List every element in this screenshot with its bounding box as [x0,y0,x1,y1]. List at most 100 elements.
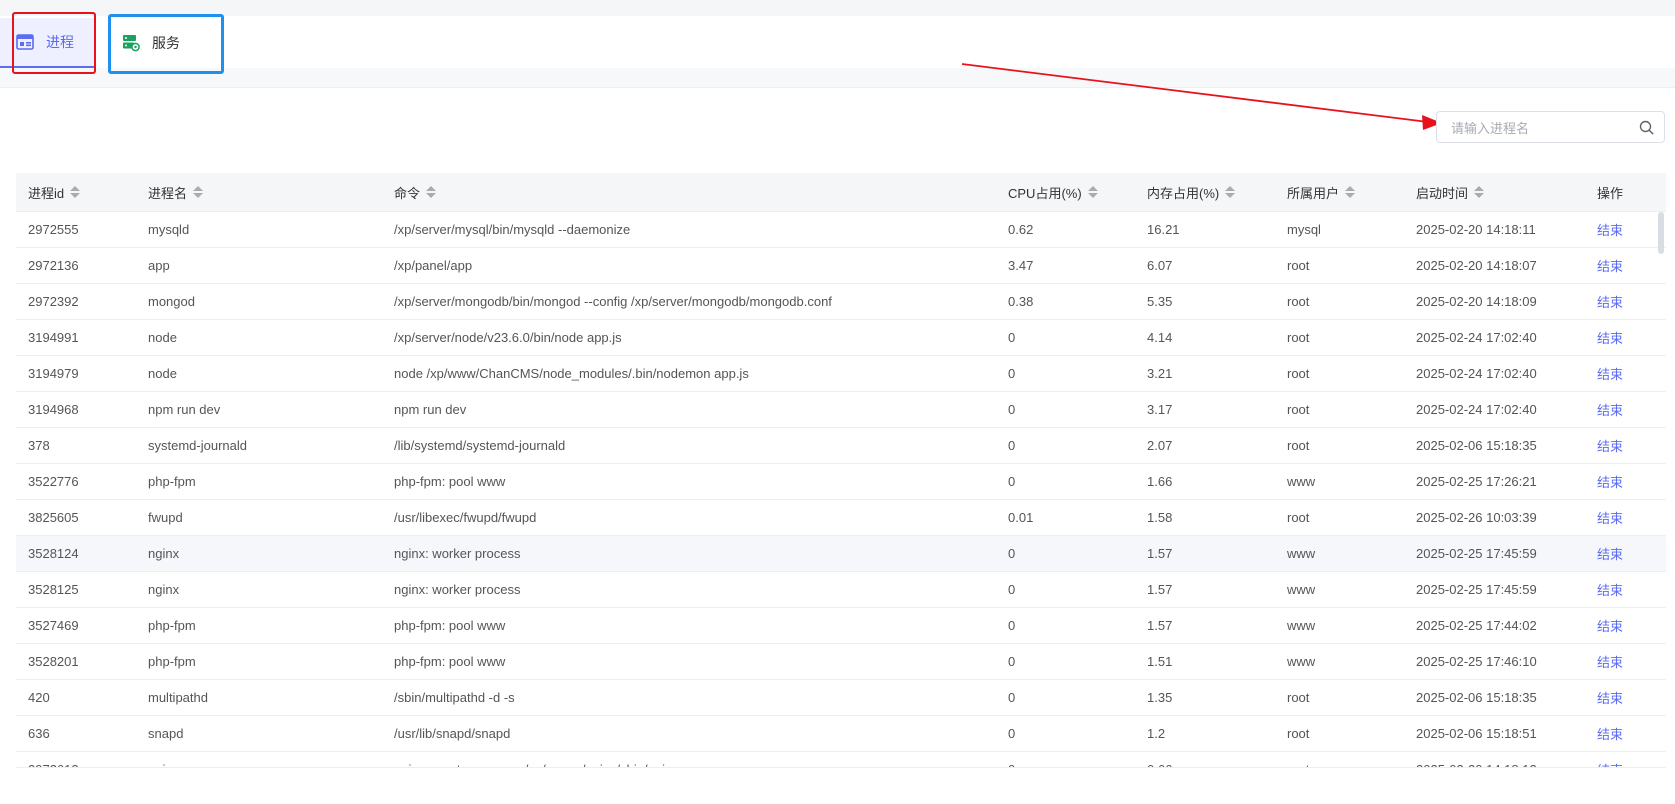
col-header-label: 内存占用(%) [1147,185,1220,201]
sort-icon[interactable] [1225,185,1236,199]
cell-pid: 2972612 [28,752,79,768]
col-header-pid[interactable]: 进程id [28,173,81,211]
cell-name: nginx [148,546,180,561]
cell-start-time: 2025-02-26 10:03:39 [1416,510,1537,525]
table-row[interactable]: 378 systemd-journald/lib/systemd/systemd-… [16,428,1666,464]
cell-start-time: 2025-02-06 15:18:35 [1416,438,1537,453]
cell-user: root [1287,510,1310,525]
cell-cpu: 0 [1008,752,1015,768]
table-scrollbar[interactable] [1658,212,1664,254]
cell-memory: 6.07 [1147,258,1173,273]
end-process-button[interactable]: 结束 [1597,716,1623,751]
cell-memory: 3.17 [1147,402,1173,417]
end-process-button[interactable]: 结束 [1597,536,1623,571]
cell-command: nginx: master process /xp/server/nginx/s… [394,752,679,768]
cell-name: multipathd [148,690,208,705]
end-process-button[interactable]: 结束 [1597,500,1623,535]
col-header-label: 所属用户 [1287,185,1340,201]
table-body: 2972555 mysqld/xp/server/mysql/bin/mysqld… [16,212,1666,768]
cell-start-time: 2025-02-06 15:18:35 [1416,690,1537,705]
cell-user: root [1287,726,1310,741]
end-process-button[interactable]: 结束 [1597,392,1623,427]
cell-pid: 3527469 [28,618,79,633]
end-process-button[interactable]: 结束 [1597,320,1623,355]
end-process-button[interactable]: 结束 [1597,356,1623,391]
col-header-memory[interactable]: 内存占用(%) [1147,173,1236,211]
table-row[interactable]: 636 snapd/usr/lib/snapd/snapd 0 1.2 root 2025… [16,716,1666,752]
col-header-label: 进程名 [148,185,188,201]
cell-command: npm run dev [394,402,467,417]
sort-icon[interactable] [1474,185,1485,199]
end-process-button[interactable]: 结束 [1597,212,1623,247]
end-process-button[interactable]: 结束 [1597,284,1623,319]
col-header-user[interactable]: 所属用户 [1287,173,1356,211]
cell-command: /xp/server/mongodb/bin/mongod --config /… [394,294,832,309]
end-process-button[interactable]: 结束 [1597,752,1623,768]
cell-pid: 378 [28,438,50,453]
cell-name: nginx [148,752,179,768]
cell-memory: 1.57 [1147,582,1173,597]
end-process-button[interactable]: 结束 [1597,248,1623,283]
table-row[interactable]: 2972136 app/xp/panel/app 3.47 6.07 root 2025-… [16,248,1666,284]
end-process-button[interactable]: 结束 [1597,428,1623,463]
cell-memory: 1.51 [1147,654,1173,669]
col-header-command[interactable]: 命令 [394,173,437,211]
table-row[interactable]: 2972392 mongod/xp/server/mongodb/bin/mong… [16,284,1666,320]
cell-name: fwupd [148,510,183,525]
cell-pid: 3528124 [28,546,79,561]
cell-name: snapd [148,726,184,741]
col-header-start-time[interactable]: 启动时间 [1416,173,1485,211]
cell-name: node [148,366,177,381]
end-process-button[interactable]: 结束 [1597,644,1623,679]
cell-cpu: 3.47 [1008,258,1034,273]
cell-user: root [1287,438,1310,453]
table-row[interactable]: 3528201 php-fpm php-fpm: pool www 0 1.51 www 2… [16,644,1666,680]
table-row[interactable]: 3194979 node node /xp/www/ChanCMS/node_mod… [16,356,1666,392]
cell-cpu: 0.38 [1008,294,1034,309]
cell-memory: 1.2 [1147,726,1166,741]
cell-user: root [1287,294,1310,309]
cell-pid: 2972392 [28,294,79,309]
col-header-cpu[interactable]: CPU占用(%) [1008,173,1098,211]
table-row[interactable]: 3522776 php-fpm php-fpm: pool www 0 1.66 www 2… [16,464,1666,500]
cell-command: /xp/server/node/v23.6.0/bin/node app.js [394,330,622,345]
col-header-name[interactable]: 进程名 [148,173,204,211]
cell-pid: 420 [28,690,50,705]
table-row[interactable]: 420 multipathd/sbin/multipathd -d -s 0 1.35… [16,680,1666,716]
cell-command: node /xp/www/ChanCMS/node_modules/.bin/n… [394,366,749,381]
cell-cpu: 0 [1008,330,1016,345]
sort-icon[interactable] [1087,185,1098,199]
cell-command: nginx: worker process [394,582,521,597]
cell-user: root [1287,690,1310,705]
cell-name: mysqld [148,222,190,237]
cell-start-time: 2025-02-20 14:18:12 [1416,752,1537,768]
cell-pid: 3522776 [28,474,79,489]
cell-user: root [1287,402,1310,417]
table-row[interactable]: 3528125 nginx nginx: worker process 0 1.57 ww… [16,572,1666,608]
col-header-label: 进程id [28,185,65,201]
cell-name: app [148,258,170,273]
end-process-button[interactable]: 结束 [1597,572,1623,607]
end-process-button[interactable]: 结束 [1597,608,1623,643]
end-process-button[interactable]: 结束 [1597,680,1623,715]
table-row[interactable]: 3527469 php-fpm php-fpm: pool www 0 1.57 www 2… [16,608,1666,644]
cell-cpu: 0 [1008,726,1016,741]
table-row[interactable]: 2972555 mysqld/xp/server/mysql/bin/mysqld… [16,212,1666,248]
end-process-button[interactable]: 结束 [1597,464,1623,499]
table-row[interactable]: 3194968 npm run dev npm run dev 0 3.17 root 20… [16,392,1666,428]
cell-start-time: 2025-02-25 17:45:59 [1416,582,1537,597]
sort-icon[interactable] [426,185,437,199]
sort-icon[interactable] [70,185,81,199]
table-row[interactable]: 3528124 nginx nginx: worker process 0 1.57 ww… [16,536,1666,572]
cell-user: www [1287,474,1316,489]
table-row[interactable]: 3194991 node/xp/server/node/v23.6.0/bin/n… [16,320,1666,356]
sort-icon[interactable] [193,185,204,199]
cell-pid: 3825605 [28,510,79,525]
cell-memory: 2.07 [1147,438,1173,453]
table-row[interactable]: 3825605 fwupd/usr/libexec/fwupd/fwupd 0.01… [16,500,1666,536]
cell-memory: 1.58 [1147,510,1173,525]
table-row[interactable]: 2972612 nginx nginx: master process /xp/se… [16,752,1666,768]
sort-icon[interactable] [1345,185,1356,199]
cell-start-time: 2025-02-20 14:18:11 [1416,222,1536,237]
cell-start-time: 2025-02-20 14:18:07 [1416,258,1537,273]
